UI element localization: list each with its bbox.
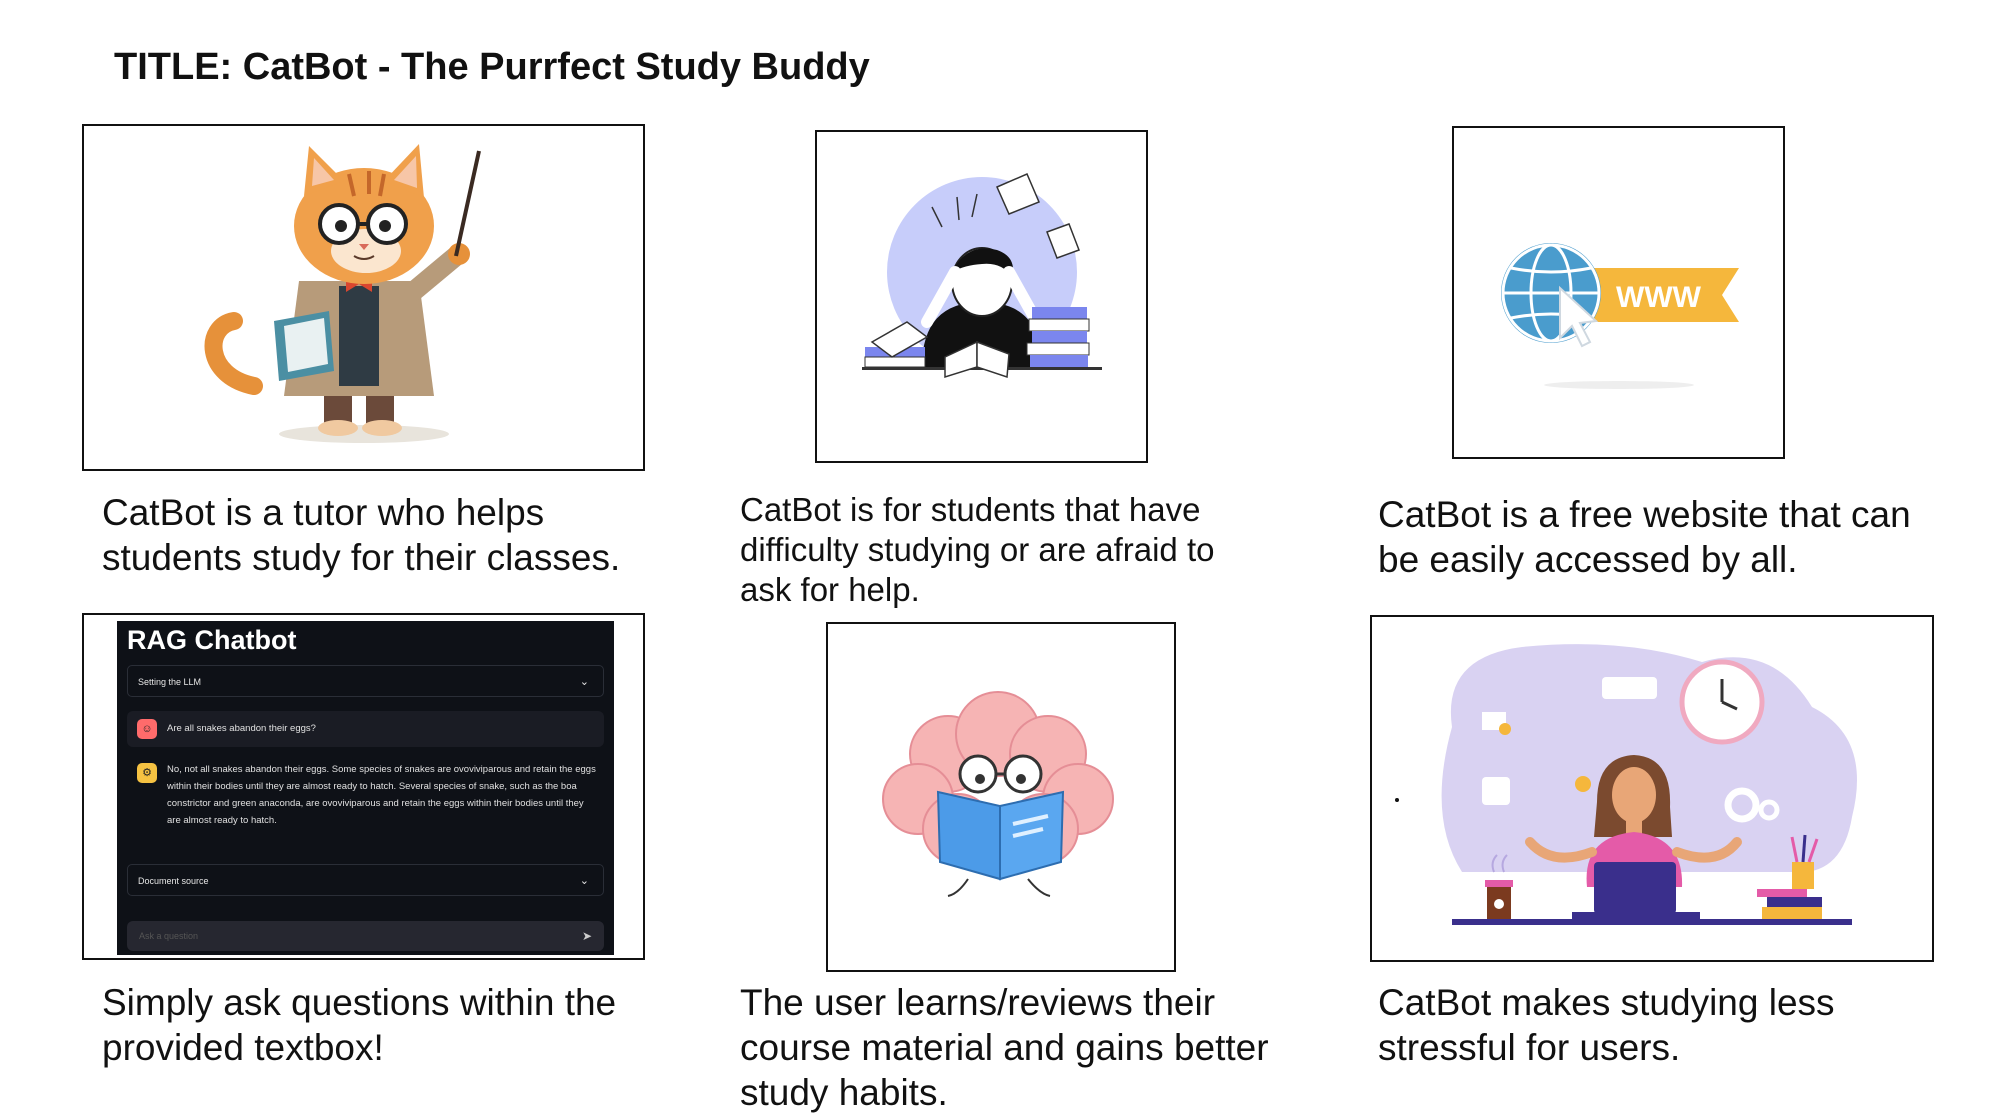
question-input[interactable]: Ask a question ➤ [127, 921, 604, 951]
llm-settings-expander[interactable]: Setting the LLM ⌄ [127, 665, 604, 697]
globe-www-illustration: WWW [1501, 243, 1739, 389]
send-icon[interactable]: ➤ [582, 921, 592, 951]
brain-reading-panel [826, 622, 1176, 972]
chatbot-screenshot-panel: RAG Chatbot Setting the LLM ⌄ ☺ Are all … [82, 613, 645, 960]
page-title: TITLE: CatBot - The Purrfect Study Buddy [114, 46, 870, 88]
caption-website: CatBot is a free website that can be eas… [1378, 494, 1911, 580]
stressed-student-illustration [862, 173, 1102, 379]
caption-tutor: CatBot is a tutor who helps students stu… [102, 492, 621, 578]
relaxed-student-panel [1370, 615, 1934, 962]
cat-tutor-panel [82, 124, 645, 471]
document-source-label: Document source [138, 876, 209, 886]
cat-tutor-illustration [204, 144, 481, 443]
caption-less-stress: CatBot makes studying less stressful for… [1378, 982, 1835, 1068]
user-avatar-icon: ☺ [137, 719, 157, 739]
bot-avatar-icon: ⚙ [137, 763, 157, 783]
user-message-text: Are all snakes abandon their eggs? [167, 723, 316, 734]
chevron-down-icon: ⌄ [579, 875, 589, 887]
assistant-message-text: No, not all snakes abandon their eggs. S… [167, 764, 596, 826]
brain-reading-illustration [882, 691, 1114, 897]
caption-students: CatBot is for students that have difficu… [740, 491, 1215, 608]
caption-learns: The user learns/reviews their course mat… [740, 982, 1269, 1113]
www-label: WWW [1616, 281, 1702, 314]
chatbot-window: RAG Chatbot Setting the LLM ⌄ ☺ Are all … [117, 621, 614, 955]
website-panel: WWW [1452, 126, 1785, 459]
question-input-placeholder: Ask a question [139, 931, 199, 941]
caption-ask: Simply ask questions within the provided… [102, 982, 617, 1068]
llm-settings-label: Setting the LLM [138, 677, 202, 687]
assistant-message: ⚙ No, not all snakes abandon their eggs.… [127, 761, 604, 841]
relaxed-student-illustration [1395, 644, 1857, 925]
user-message: ☺ Are all snakes abandon their eggs? [127, 711, 604, 747]
chevron-down-icon: ⌄ [579, 676, 589, 688]
chatbot-title: RAG Chatbot [127, 625, 297, 655]
document-source-expander[interactable]: Document source ⌄ [127, 864, 604, 896]
stressed-student-panel [815, 130, 1148, 463]
